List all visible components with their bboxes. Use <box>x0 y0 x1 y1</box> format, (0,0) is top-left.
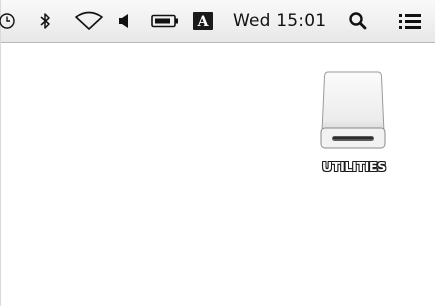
bluetooth-icon[interactable] <box>36 0 54 42</box>
external-drive-icon[interactable] <box>318 70 388 150</box>
wifi-icon[interactable] <box>73 0 105 42</box>
battery-icon[interactable] <box>151 0 179 42</box>
input-source-icon[interactable]: A <box>192 0 214 42</box>
volume-icon[interactable] <box>116 0 132 42</box>
desktop[interactable]: A Wed 15:01 UTILITIES <box>0 0 435 306</box>
menubar-clock[interactable]: Wed 15:01 <box>233 0 333 42</box>
time-machine-icon[interactable] <box>0 0 19 42</box>
input-source-label: A <box>197 14 210 30</box>
desktop-item-utilities[interactable]: UTILITIES <box>309 66 399 186</box>
drive-label: UTILITIES <box>322 159 386 174</box>
menu-bar: A Wed 15:01 <box>0 0 435 43</box>
spotlight-search-icon[interactable] <box>347 0 369 42</box>
notification-center-icon[interactable] <box>397 0 423 42</box>
